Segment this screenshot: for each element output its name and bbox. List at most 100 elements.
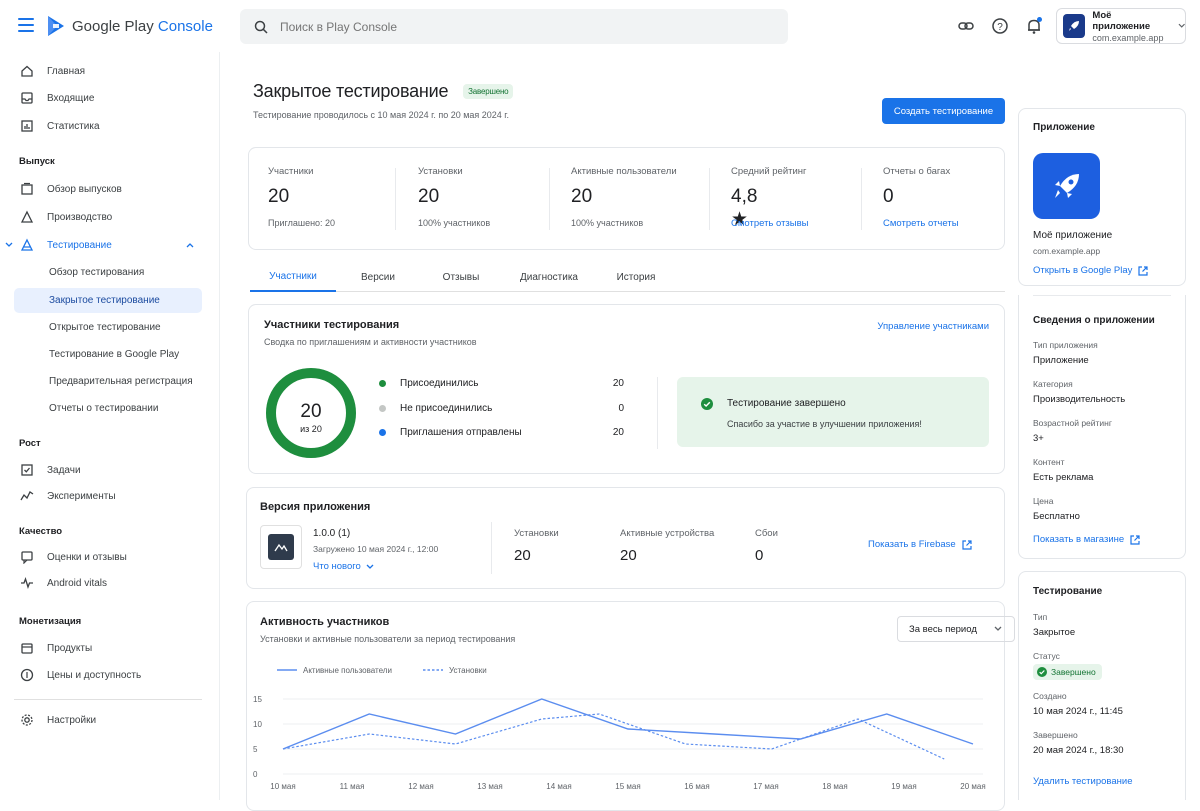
sidebar-section-monetization: Монетизация (19, 616, 82, 627)
donut-sub: из 20 (300, 424, 322, 434)
sidebar-item-label: Оценки и отзывы (47, 551, 127, 563)
version-number: 1.0.0 (1) (313, 528, 351, 539)
info-value: 20 мая 2024 г., 18:30 (1033, 745, 1124, 756)
search-bar[interactable] (240, 9, 788, 44)
version-devices-label: Активные устройства (620, 528, 715, 539)
sidebar-item-label: Задачи (47, 464, 81, 476)
version-divider (491, 522, 492, 574)
sidebar-sub-test-reports[interactable]: Отчеты о тестировании (14, 396, 202, 421)
participants-divider (657, 377, 658, 449)
check-circle-icon (701, 398, 713, 410)
sidebar-item-android-vitals[interactable]: Android vitals (14, 570, 202, 596)
sidebar-item-reviews[interactable]: Оценки и отзывы (14, 544, 202, 570)
x-tick-label: 10 мая (270, 782, 295, 791)
sidebar-item-products[interactable]: Продукты (14, 635, 202, 661)
version-installs-label: Установки (514, 528, 559, 539)
sidebar-section-quality: Качество (19, 526, 63, 537)
x-tick-label: 16 мая (684, 782, 709, 791)
panel-divider (1033, 295, 1171, 296)
firebase-link[interactable]: Показать в Firebase (868, 539, 972, 550)
testing-info-title: Тестирование (1033, 586, 1103, 597)
logo[interactable]: Google Play Console (46, 15, 213, 37)
sidebar-sub-open-testing[interactable]: Открытое тестирование (14, 315, 202, 340)
sidebar-item-label: Эксперименты (47, 490, 116, 502)
notifications-icon[interactable] (1025, 17, 1043, 35)
manage-participants-link[interactable]: Управление участниками (877, 321, 989, 332)
x-tick-label: 20 мая (960, 782, 985, 791)
legend-count: 20 (612, 426, 624, 438)
chevron-down-icon (994, 626, 1002, 631)
stat-divider (709, 168, 710, 230)
x-tick-label: 17 мая (753, 782, 778, 791)
open-in-play-link[interactable]: Открыть в Google Play (1033, 265, 1148, 276)
activity-chart: Активные пользователи Установки 0 5 10 15 10… (253, 666, 986, 791)
sidebar-item-experiments[interactable]: Эксперименты (14, 483, 202, 509)
tab-reviews[interactable]: Отзывы (430, 262, 492, 292)
view-reports-link[interactable]: Смотреть отчеты (883, 218, 959, 229)
play-console-logo-icon (48, 16, 64, 36)
app-panel-name: Моё приложение (1033, 230, 1113, 241)
tab-participants[interactable]: Участники (250, 262, 336, 292)
chevron-down-icon (5, 242, 13, 247)
sidebar-item-testing[interactable]: Тестирование (5, 232, 202, 258)
whats-new-link[interactable]: Что нового (313, 561, 374, 572)
legend-label: Приглашения отправлены (400, 426, 522, 438)
tab-diagnostics[interactable]: Диагностика (510, 262, 588, 292)
period-select[interactable]: За весь период (897, 616, 1015, 642)
reviews-icon (21, 551, 33, 564)
sidebar-item-home[interactable]: Главная (14, 58, 202, 84)
delete-testing-link[interactable]: Удалить тестирование (1033, 776, 1132, 787)
sidebar-section-release: Выпуск (19, 156, 55, 167)
sidebar-item-production[interactable]: Производство (14, 204, 202, 230)
brand-console: Console (157, 17, 213, 35)
stat-label: Участники (268, 166, 314, 177)
stat-divider (549, 168, 550, 230)
info-label: Тип (1033, 612, 1048, 622)
stat-sub: 100% участников (571, 218, 644, 228)
y-tick-label: 10 (253, 720, 262, 729)
sidebar-sub-play-testing[interactable]: Тестирование в Google Play (14, 342, 202, 367)
participants-donut: 20 из 20 (266, 368, 356, 458)
sidebar-item-settings[interactable]: Настройки (14, 707, 202, 733)
create-testing-button[interactable]: Создать тестирование (882, 98, 1005, 124)
menu-icon[interactable] (18, 18, 34, 32)
banner-text: Спасибо за участие в улучшении приложени… (727, 419, 922, 429)
view-reviews-link[interactable]: Смотреть отзывы (731, 218, 809, 229)
activity-title: Активность участников (260, 616, 390, 628)
legend-joined: Присоединились 20 (379, 373, 624, 393)
x-tick-label: 18 мая (822, 782, 847, 791)
x-tick-label: 12 мая (408, 782, 433, 791)
rocket-icon (1063, 14, 1086, 38)
sidebar-sub-closed-testing[interactable]: Закрытое тестирование (14, 288, 202, 313)
chevron-down-icon (1178, 23, 1185, 28)
show-in-store-link[interactable]: Показать в магазине (1033, 534, 1140, 545)
sidebar-item-inbox[interactable]: Входящие (14, 85, 202, 111)
sidebar-item-pricing[interactable]: Цены и доступность (14, 662, 202, 688)
app-rocket-icon (1033, 153, 1100, 219)
tab-versions[interactable]: Версии (350, 262, 406, 292)
sidebar-item-tasks[interactable]: Задачи (14, 457, 202, 483)
legend-label: Не присоединились (400, 402, 493, 414)
app-info-panel: Сведения о приложении Тип приложения При… (1018, 295, 1186, 559)
help-icon[interactable]: ? (991, 17, 1009, 35)
sidebar-item-release-overview[interactable]: Обзор выпусков (14, 176, 202, 202)
version-uploaded: Загружено 10 мая 2024 г., 12:00 (313, 544, 439, 554)
link-icon[interactable] (957, 17, 975, 35)
info-label: Создано (1033, 691, 1067, 701)
sidebar-item-statistics[interactable]: Статистика (14, 113, 202, 139)
external-link-icon (1130, 534, 1140, 545)
app-selector[interactable]: Моё приложение com.example.app (1056, 8, 1186, 44)
x-tick-label: 11 мая (340, 782, 365, 791)
stat-value: 20 (418, 186, 440, 207)
legend-count: 0 (618, 402, 624, 414)
sidebar-sub-testing-overview[interactable]: Обзор тестирования (14, 260, 202, 285)
status-badge: Завершено (463, 84, 514, 99)
tab-history[interactable]: История (605, 262, 667, 292)
sidebar-sub-preregistration[interactable]: Предварительная регистрация (14, 369, 202, 394)
app-panel-title: Приложение (1033, 122, 1095, 133)
version-installs-value: 20 (514, 547, 531, 564)
stat-label: Активные пользователи (571, 166, 677, 177)
app-panel-package: com.example.app (1033, 246, 1101, 256)
legend-dot (379, 404, 386, 412)
search-input[interactable] (280, 19, 700, 34)
